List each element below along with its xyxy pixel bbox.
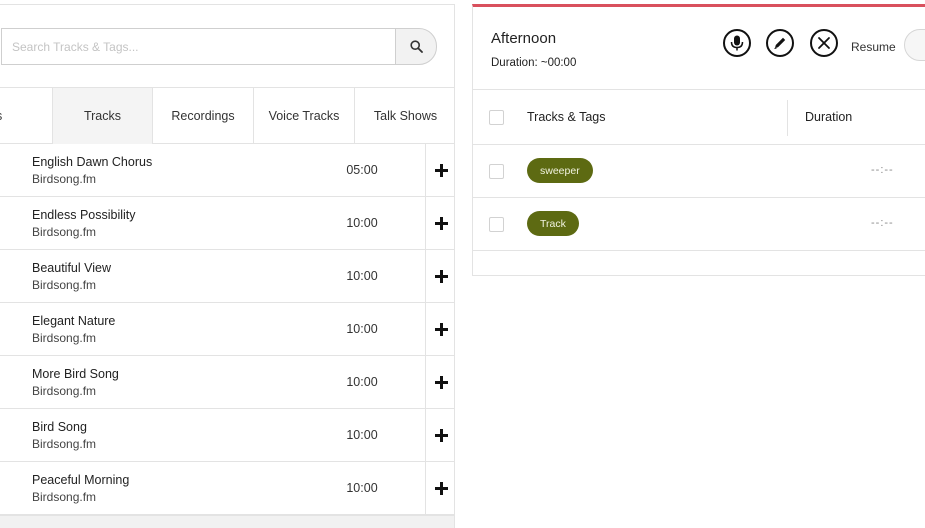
plus-icon [434, 482, 448, 495]
track-row[interactable]: Peaceful Morning Birdsong.fm 10:00 [0, 462, 454, 515]
search-area [0, 5, 454, 88]
track-row[interactable]: Beautiful View Birdsong.fm 10:00 [0, 250, 454, 303]
track-title: Bird Song [32, 420, 87, 434]
row-checkbox[interactable] [489, 217, 504, 232]
playlist-table-header: Tracks & Tags Duration [473, 89, 925, 145]
track-duration: 10:00 [346, 375, 378, 389]
plus-icon [434, 270, 448, 283]
playlist-title: Afternoon [491, 30, 557, 47]
track-row[interactable]: Endless Possibility Birdsong.fm 10:00 [0, 197, 454, 250]
column-divider [787, 100, 788, 136]
column-duration[interactable]: Duration [805, 110, 852, 124]
tab-tracks[interactable]: Tracks [53, 88, 153, 144]
playlist-row[interactable]: Track --:-- [473, 198, 925, 251]
select-all-checkbox[interactable] [489, 110, 504, 125]
edit-button[interactable] [766, 29, 794, 57]
track-artist: Birdsong.fm [32, 278, 97, 292]
playlist-row[interactable]: sweeper --:-- [473, 145, 925, 198]
add-track-button[interactable] [425, 250, 454, 303]
plus-icon [434, 376, 448, 389]
row-duration: --:-- [871, 217, 894, 229]
add-track-button[interactable] [425, 303, 454, 356]
add-track-button[interactable] [425, 144, 454, 197]
track-duration: 10:00 [346, 322, 378, 336]
track-title: More Bird Song [32, 367, 119, 381]
track-row[interactable]: Bird Song Birdsong.fm 10:00 [0, 409, 454, 462]
track-title: Elegant Nature [32, 314, 116, 328]
track-title: Endless Possibility [32, 208, 136, 222]
record-button[interactable] [723, 29, 751, 57]
track-title: Beautiful View [32, 261, 111, 275]
plus-icon [434, 323, 448, 336]
track-title: Peaceful Morning [32, 473, 130, 487]
tab-voice-tracks[interactable]: Voice Tracks [254, 88, 355, 144]
add-track-button[interactable] [425, 409, 454, 462]
close-button[interactable] [810, 29, 838, 57]
add-track-button[interactable] [425, 197, 454, 250]
resume-label: Resume [851, 40, 896, 54]
add-track-button[interactable] [425, 356, 454, 409]
track-artist: Birdsong.fm [32, 437, 97, 451]
search-icon [409, 40, 423, 53]
track-artist: Birdsong.fm [32, 490, 97, 504]
library-tabs: gs Tracks Recordings Voice Tracks Talk S… [0, 88, 454, 144]
track-list: English Dawn Chorus Birdsong.fm 05:00 En… [0, 144, 454, 515]
track-artist: Birdsong.fm [32, 384, 97, 398]
track-duration: 10:00 [346, 216, 378, 230]
pencil-icon [774, 37, 786, 49]
track-title: English Dawn Chorus [32, 155, 153, 169]
tag-pill[interactable]: sweeper [527, 158, 593, 183]
resume-toggle[interactable] [904, 29, 925, 61]
close-icon [818, 37, 830, 49]
library-panel: gs Tracks Recordings Voice Tracks Talk S… [0, 4, 455, 528]
playlist-panel: Afternoon Duration: ~00:00 Resume Tracks… [472, 4, 925, 276]
plus-icon [434, 429, 448, 442]
track-artist: Birdsong.fm [32, 331, 97, 345]
column-tracks-tags[interactable]: Tracks & Tags [527, 110, 606, 124]
tab-tags[interactable]: gs [0, 88, 53, 144]
search-input[interactable] [1, 28, 396, 65]
list-footer [0, 515, 454, 528]
search-button[interactable] [395, 28, 437, 65]
track-row[interactable]: More Bird Song Birdsong.fm 10:00 [0, 356, 454, 409]
row-duration: --:-- [871, 164, 894, 176]
track-duration: 05:00 [346, 163, 378, 177]
plus-icon [434, 217, 448, 230]
track-duration: 10:00 [346, 269, 378, 283]
row-checkbox[interactable] [489, 164, 504, 179]
add-track-button[interactable] [425, 462, 454, 515]
track-duration: 10:00 [346, 481, 378, 495]
tab-talk-shows[interactable]: Talk Shows [355, 88, 454, 144]
track-row[interactable]: English Dawn Chorus Birdsong.fm 05:00 [0, 144, 454, 197]
playlist-duration: Duration: ~00:00 [491, 57, 577, 69]
track-row[interactable]: Elegant Nature Birdsong.fm 10:00 [0, 303, 454, 356]
plus-icon [434, 164, 448, 177]
track-artist: Birdsong.fm [32, 172, 97, 186]
microphone-icon [730, 35, 744, 51]
track-duration: 10:00 [346, 428, 378, 442]
tag-pill[interactable]: Track [527, 211, 579, 236]
track-artist: Birdsong.fm [32, 225, 97, 239]
tab-recordings[interactable]: Recordings [153, 88, 254, 144]
